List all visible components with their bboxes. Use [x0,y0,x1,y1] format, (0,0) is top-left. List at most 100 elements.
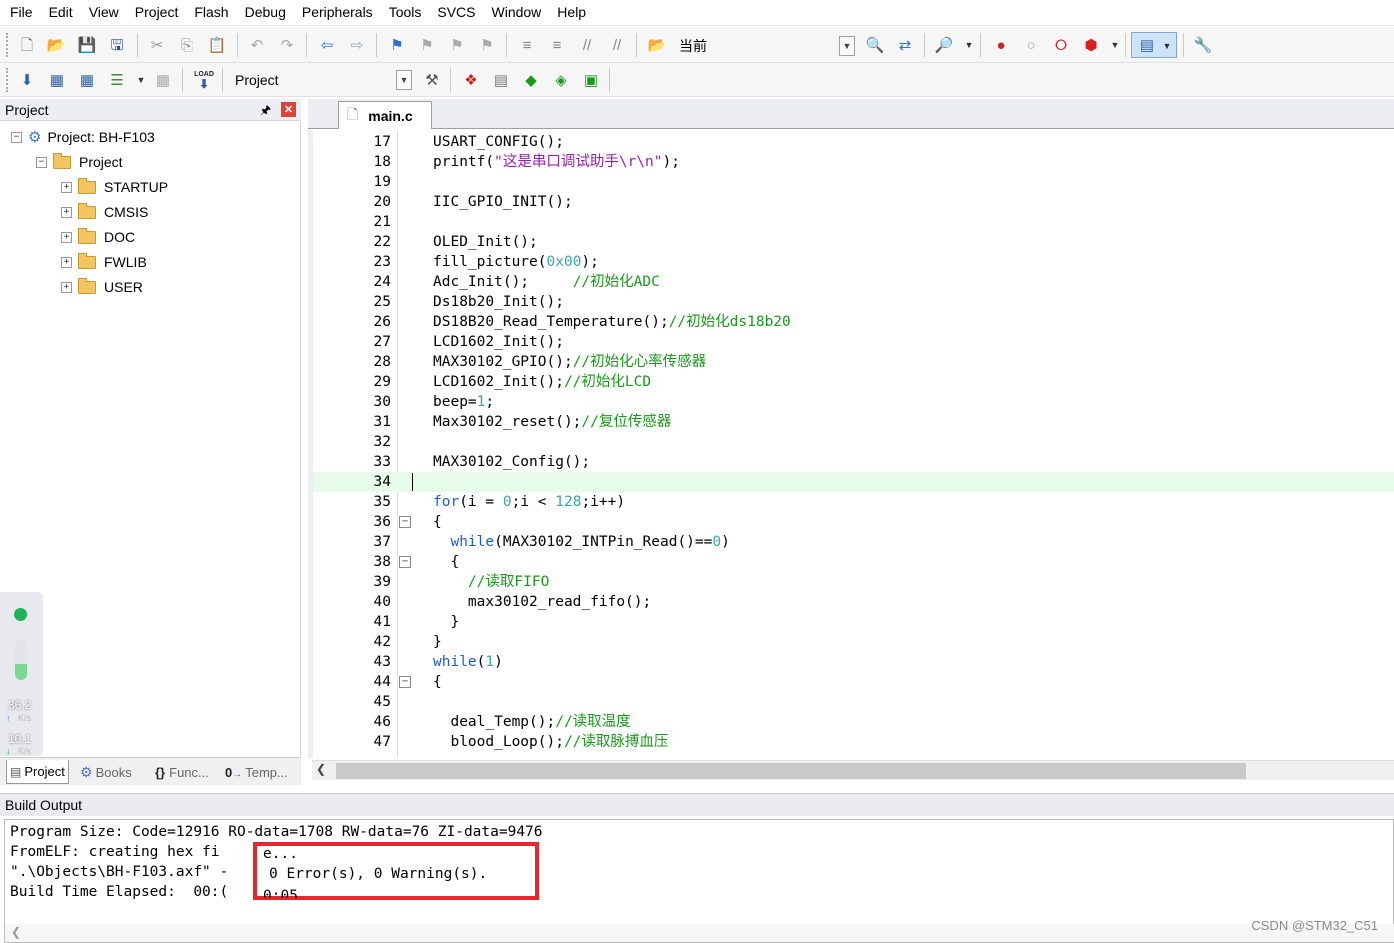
tree-folder-doc[interactable]: + DOC [61,226,135,248]
save-all-icon[interactable]: 🖫 [106,34,128,56]
build-output-header: Build Output [0,793,1394,816]
target-select-value[interactable]: Project [235,72,279,88]
menu-svcs[interactable]: SVCS [429,0,483,25]
menu-debug[interactable]: Debug [237,0,294,25]
line-code: MAX30102_Config(); [433,454,591,470]
debug-dropdown-icon[interactable]: ▼ [958,34,980,56]
find-in-files-icon[interactable]: 📂 [646,34,668,56]
fold-collapse-icon[interactable]: − [399,516,411,528]
save-icon[interactable]: 💾 [76,34,98,56]
batch-build-dropdown-icon[interactable]: ▼ [130,69,152,91]
translate-icon[interactable]: ⬇ [16,69,38,91]
manage-multi-project-icon[interactable]: ▤ [490,69,512,91]
tree-root-project[interactable]: − ⚙ Project: BH-F103 [11,126,155,148]
tree-folder-cmsis[interactable]: + CMSIS [61,201,148,223]
stop-build-icon[interactable]: ▦ [152,69,174,91]
paste-icon[interactable]: 📋 [206,34,228,56]
line-code: OLED_Init(); [433,234,538,250]
manage-runtime-environment-icon[interactable]: ◆ [520,69,542,91]
uncomment-icon[interactable]: // [606,34,628,56]
cut-icon[interactable]: ✂ [146,34,168,56]
scroll-left-icon[interactable]: ❮ [11,925,21,939]
code-editor[interactable]: 17 USART_CONFIG(); 18 printf("这是串口调试助手\r\n… [308,130,1394,758]
debug-session-icon[interactable]: 🔎 [933,34,955,56]
disable-breakpoint-icon[interactable]: ○ [1020,34,1042,56]
open-file-icon[interactable]: 📂 [45,34,67,56]
build-icon[interactable]: ▦ [46,69,68,91]
menu-window[interactable]: Window [484,0,550,25]
indent-icon[interactable]: ≡ [516,34,538,56]
target-select-dropdown-icon[interactable]: ▼ [396,70,412,90]
build-output-panel[interactable]: Program Size: Code=12916 RO-data=1708 RW… [4,819,1394,943]
pin-icon[interactable]: 🖈 [260,101,271,122]
clear-bookmarks-icon[interactable]: ⚑ [476,34,498,56]
find-combo-value[interactable]: 当前 [679,36,707,56]
breakpoint-icon[interactable]: ● [990,34,1012,56]
tab-functions[interactable]: {} Func... [155,760,209,784]
breakpoints-dropdown-icon[interactable]: ▼ [1104,34,1126,56]
highlight-annotation-box: e... 0 Error(s), 0 Warning(s). 0:05 [253,842,539,900]
navigate-back-icon[interactable]: ⇦ [316,34,338,56]
next-bookmark-icon[interactable]: ⚑ [446,34,468,56]
download-load-button[interactable]: LOAD ⬇ [192,67,216,93]
new-file-icon[interactable]: 🗋 [16,34,38,56]
find-combo-dropdown-icon[interactable]: ▼ [839,36,855,56]
disable-all-breakpoints-icon[interactable]: ⭘ [1050,34,1072,56]
tree-group-project[interactable]: − Project [36,151,123,173]
rebuild-icon[interactable]: ▦ [76,69,98,91]
scroll-left-icon[interactable]: ❮ [316,762,326,776]
manage-project-items-icon[interactable]: ❖ [460,69,482,91]
undo-icon[interactable]: ↶ [246,34,268,56]
collapse-icon[interactable]: − [11,131,22,143]
incremental-find-icon[interactable]: ⇄ [894,34,916,56]
expand-icon[interactable]: + [61,181,72,193]
menu-peripherals[interactable]: Peripherals [294,0,381,25]
menu-file[interactable]: File [0,0,41,25]
tab-templates[interactable]: 0→ Temp... [225,760,288,784]
window-layout-dropdown-icon: ▼ [1162,40,1172,51]
tree-folder-startup[interactable]: + STARTUP [61,176,168,198]
tree-root-label: Project: BH-F103 [47,129,155,145]
tree-folder-user[interactable]: + USER [61,276,143,298]
tree-folder-fwlib[interactable]: + FWLIB [61,251,147,273]
network-speed-widget[interactable]: 36.2 ↑ K/s 10.1 ↓ K/s [0,592,43,756]
expand-icon[interactable]: + [61,206,72,218]
redo-icon[interactable]: ↷ [276,34,298,56]
menu-project[interactable]: Project [127,0,187,25]
expand-icon[interactable]: + [61,231,72,243]
comment-icon[interactable]: // [576,34,598,56]
copy-icon[interactable]: ⎘ [176,34,198,56]
kill-breakpoints-icon[interactable]: ⬢ [1080,34,1102,56]
batch-build-icon[interactable]: ☰ [106,69,128,91]
tab-main-c[interactable]: 🗋 main.c [338,101,432,129]
toolbar-grip[interactable] [6,33,8,57]
unindent-icon[interactable]: ≡ [546,34,568,56]
pack-installer-icon[interactable]: ▣ [580,69,602,91]
target-options-icon[interactable]: ⚒ [421,69,443,91]
line-number: 36 [373,514,391,530]
menu-tools[interactable]: Tools [381,0,430,25]
menu-flash[interactable]: Flash [186,0,236,25]
menu-edit[interactable]: Edit [41,0,81,25]
build-output-scrollbar[interactable]: ❮ [5,924,1394,942]
editor-horizontal-scrollbar[interactable]: ❮ [312,760,1394,780]
menu-help[interactable]: Help [549,0,594,25]
fold-collapse-icon[interactable]: − [399,676,411,688]
close-icon[interactable]: ✕ [281,102,296,117]
window-layout-button[interactable]: ▤ ▼ [1131,32,1177,58]
scrollbar-thumb[interactable] [336,763,1246,779]
configuration-wrench-icon[interactable]: 🔧 [1192,34,1214,56]
tab-books[interactable]: ⚙ Books [80,760,132,784]
navigate-forward-icon[interactable]: ⇨ [346,34,368,56]
select-packs-icon[interactable]: ◈ [550,69,572,91]
expand-icon[interactable]: + [61,281,72,293]
menu-view[interactable]: View [81,0,127,25]
find-icon[interactable]: 🔍 [864,34,886,56]
prev-bookmark-icon[interactable]: ⚑ [416,34,438,56]
toolbar-grip[interactable] [6,68,8,92]
expand-icon[interactable]: + [61,256,72,268]
collapse-icon[interactable]: − [36,156,47,168]
bookmark-icon[interactable]: ⚑ [386,34,408,56]
fold-collapse-icon[interactable]: − [399,556,411,568]
tab-project[interactable]: ▤ Project [6,760,69,784]
